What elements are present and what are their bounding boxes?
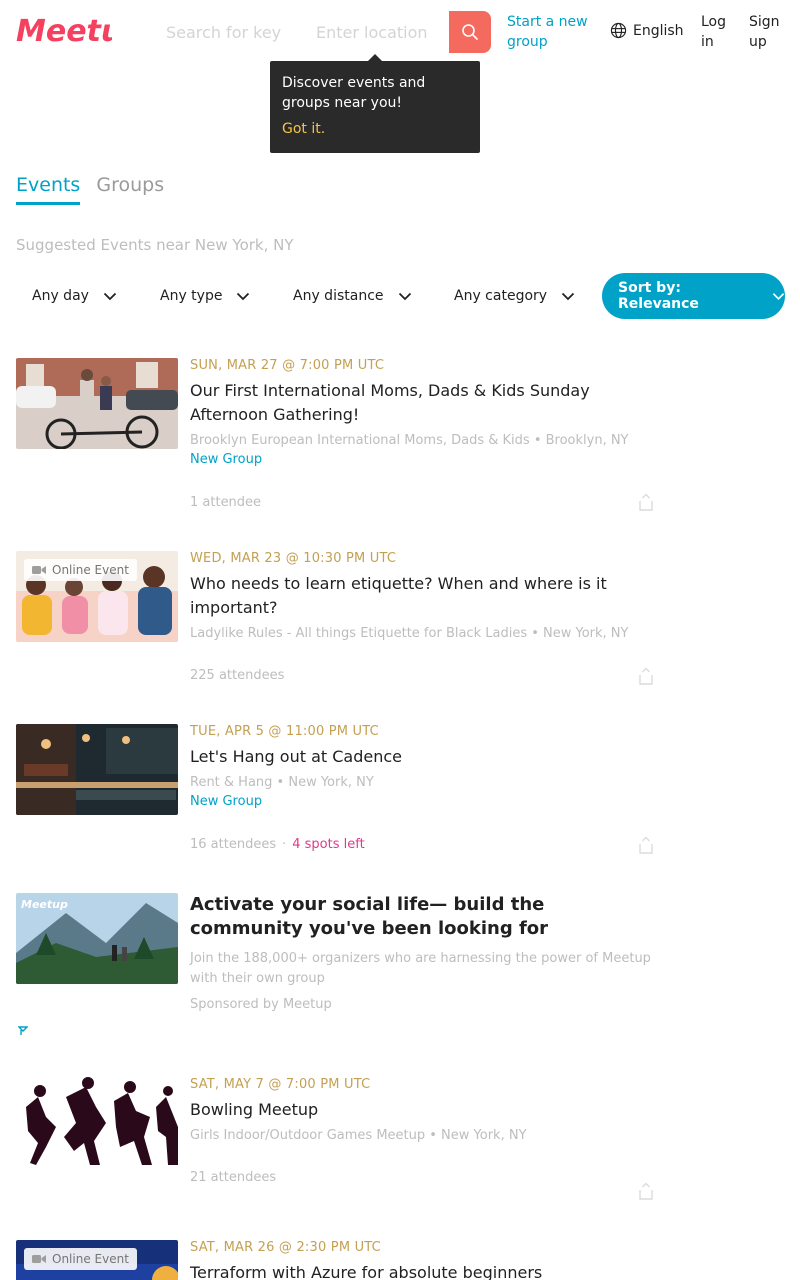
attendee-count: 16 attendees: [190, 837, 277, 852]
event-image[interactable]: [16, 724, 178, 815]
share-icon[interactable]: [636, 666, 656, 686]
discover-tooltip: Discover events and groups near you! Got…: [270, 54, 480, 153]
event-title[interactable]: Our First International Moms, Dads & Kid…: [190, 379, 656, 427]
event-group: Ladylike Rules - All things Etiquette fo…: [190, 626, 629, 641]
sort-label: Sort by: Relevance: [618, 280, 699, 312]
ad-choices-icon[interactable]: [18, 1026, 28, 1036]
attendee-count: 225 attendees: [190, 668, 285, 683]
filter-any-type[interactable]: Any type: [144, 273, 250, 319]
location-input[interactable]: [304, 11, 449, 53]
page-subtitle: Suggested Events near New York, NY: [16, 236, 294, 254]
sponsored-card[interactable]: Meetup Activate your social life— build …: [16, 893, 656, 1043]
event-date: TUE, APR 5 @ 11:00 PM UTC: [190, 724, 379, 739]
event-title[interactable]: Who needs to learn etiquette? When and w…: [190, 572, 656, 620]
event-details: SAT, MAY 7 @ 7:00 PM UTC Bowling Meetup …: [190, 1077, 656, 1143]
event-card[interactable]: Online Event SAT, MAR 26 @ 2:30 PM UTC T…: [16, 1240, 656, 1280]
event-title[interactable]: Let's Hang out at Cadence: [190, 745, 656, 769]
event-date: SAT, MAY 7 @ 7:00 PM UTC: [190, 1077, 371, 1092]
search-bar: [152, 11, 492, 53]
online-event-label: Online Event: [52, 1252, 129, 1266]
event-title[interactable]: Bowling Meetup: [190, 1098, 656, 1122]
separator-dot: ·: [282, 837, 287, 852]
event-card[interactable]: Online Event WED, MAR 23 @ 10:30 PM UTC …: [16, 551, 656, 691]
event-details: TUE, APR 5 @ 11:00 PM UTC Let's Hang out…: [190, 724, 656, 809]
filter-label: Any type: [160, 288, 223, 304]
event-footer: 16 attendees · 4 spots left: [190, 837, 365, 852]
filter-any-day[interactable]: Any day: [16, 273, 117, 319]
video-camera-icon: [32, 1255, 46, 1263]
event-card[interactable]: SAT, MAY 7 @ 7:00 PM UTC Bowling Meetup …: [16, 1077, 656, 1217]
filter-label: Any category: [454, 288, 548, 304]
share-icon[interactable]: [636, 835, 656, 855]
event-title[interactable]: Terraform with Azure for absolute beginn…: [190, 1261, 656, 1280]
chevron-down-icon: [103, 292, 117, 300]
event-card[interactable]: TUE, APR 5 @ 11:00 PM UTC Let's Hang out…: [16, 724, 656, 864]
site-header: Meetup Start a new group English Log in …: [0, 0, 800, 64]
online-event-badge: Online Event: [24, 559, 137, 581]
event-image[interactable]: [16, 358, 178, 449]
signup-link[interactable]: Sign up: [749, 12, 789, 52]
language-label: English: [633, 22, 684, 39]
language-selector[interactable]: English: [610, 22, 684, 39]
event-date: SAT, MAR 26 @ 2:30 PM UTC: [190, 1240, 381, 1255]
promo-title[interactable]: Activate your social life— build the com…: [190, 893, 656, 941]
search-button[interactable]: [449, 11, 491, 53]
event-footer: 225 attendees: [190, 668, 284, 683]
event-date: WED, MAR 23 @ 10:30 PM UTC: [190, 551, 397, 566]
event-details: WED, MAR 23 @ 10:30 PM UTC Who needs to …: [190, 551, 656, 641]
event-card[interactable]: SUN, MAR 27 @ 7:00 PM UTC Our First Inte…: [16, 358, 656, 518]
spots-left: 4 spots left: [292, 837, 365, 852]
meetup-logo[interactable]: Meetup: [16, 12, 112, 52]
tab-bar: Events Groups: [16, 174, 164, 205]
attendee-count: 21 attendees: [190, 1170, 277, 1185]
chevron-down-icon: [398, 292, 411, 300]
event-footer: 1 attendee: [190, 495, 261, 510]
event-group: Rent & Hang • New York, NY: [190, 775, 374, 790]
event-details: SAT, MAR 26 @ 2:30 PM UTC Terraform with…: [190, 1240, 656, 1280]
sponsored-label: Sponsored by Meetup: [190, 997, 332, 1012]
tab-events[interactable]: Events: [16, 174, 81, 205]
event-details: SUN, MAR 27 @ 7:00 PM UTC Our First Inte…: [190, 358, 656, 467]
new-group-badge: New Group: [190, 794, 263, 809]
event-image[interactable]: [16, 1077, 178, 1168]
event-image[interactable]: Online Event: [16, 1240, 178, 1280]
chevron-down-icon: [561, 292, 575, 300]
online-event-label: Online Event: [52, 563, 129, 577]
logo-text: Meetup: [16, 14, 112, 49]
tooltip-dismiss-button[interactable]: Got it.: [282, 121, 468, 137]
chevron-down-icon: [237, 292, 250, 300]
event-date: SUN, MAR 27 @ 7:00 PM UTC: [190, 358, 385, 373]
event-image[interactable]: Online Event: [16, 551, 178, 642]
filter-label: Any day: [32, 288, 89, 304]
login-link[interactable]: Log in: [701, 12, 737, 52]
filter-any-distance[interactable]: Any distance: [277, 273, 412, 319]
attendee-count: 1 attendee: [190, 495, 262, 510]
filter-bar: Any day Any type Any distance Any catego…: [16, 273, 786, 319]
online-event-badge: Online Event: [24, 1248, 137, 1270]
search-input[interactable]: [152, 11, 300, 53]
event-group: Brooklyn European International Moms, Da…: [190, 433, 629, 448]
tooltip-text: Discover events and groups near you!: [282, 75, 426, 111]
share-icon[interactable]: [636, 492, 656, 512]
filter-label: Any distance: [293, 288, 384, 304]
promo-text: Join the 188,000+ organizers who are har…: [190, 951, 651, 986]
video-camera-icon: [32, 566, 46, 574]
globe-icon: [610, 22, 627, 39]
search-icon: [462, 24, 478, 40]
new-group-badge: New Group: [190, 452, 263, 467]
filter-any-category[interactable]: Any category: [438, 273, 575, 319]
tab-groups[interactable]: Groups: [96, 174, 164, 205]
chevron-down-icon: [772, 292, 785, 300]
sort-by-button[interactable]: Sort by: Relevance: [602, 273, 785, 319]
promo-image[interactable]: Meetup: [16, 893, 178, 984]
start-new-group-link[interactable]: Start a new group: [507, 12, 599, 52]
event-group: Girls Indoor/Outdoor Games Meetup • New …: [190, 1128, 527, 1143]
event-footer: 21 attendees: [190, 1170, 276, 1185]
share-icon[interactable]: [636, 1181, 656, 1201]
promo-details: Activate your social life— build the com…: [190, 893, 656, 1012]
promo-logo-text: Meetup: [21, 898, 68, 911]
